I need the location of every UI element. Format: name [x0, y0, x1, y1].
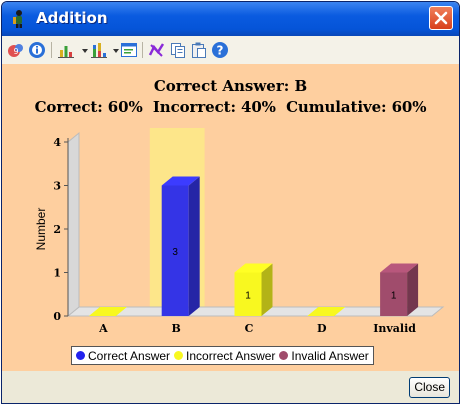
y-tick-label: 3 — [53, 180, 61, 193]
app-icon — [13, 10, 22, 28]
chart-side-wall — [67, 131, 80, 318]
dialog-footer: Close — [2, 371, 459, 403]
form-icon[interactable] — [120, 41, 138, 59]
toolbar: 9 ? — [2, 36, 459, 65]
legend-dot-correct — [76, 351, 85, 360]
share-icon[interactable]: 9 — [7, 41, 25, 59]
addition-window: Addition 9 ? Correct Answer: B Correct: … — [1, 1, 460, 404]
bar-side — [188, 176, 200, 316]
svg-text:9: 9 — [13, 47, 18, 56]
legend-dot-invalid — [279, 351, 289, 360]
x-tick-label: Invalid — [373, 322, 416, 335]
toolbar-separator — [142, 42, 143, 58]
info-icon[interactable] — [28, 41, 46, 59]
legend-item-incorrect: Incorrect Answer — [174, 349, 275, 363]
bar-data-label: 1 — [391, 290, 397, 301]
chart-panel: Correct Answer: B Correct: 60% Incorrect… — [2, 64, 459, 371]
y-tick-label: 2 — [53, 223, 61, 236]
y-tick-label: 0 — [53, 310, 61, 323]
bar-b: 3 — [161, 176, 200, 316]
stacked-chart-dropdown[interactable] — [113, 49, 119, 53]
x-tick-label: B — [172, 322, 181, 335]
x-tick-label: A — [98, 322, 108, 335]
legend-label-incorrect: Incorrect Answer — [186, 348, 276, 363]
help-icon[interactable]: ? — [211, 41, 229, 59]
bar-data-label: 1 — [245, 290, 251, 301]
copy-icon[interactable] — [169, 41, 187, 59]
stacked-chart-icon[interactable] — [90, 41, 108, 59]
close-icon — [434, 11, 448, 25]
y-axis-label: Number — [34, 208, 48, 251]
bar-data-label: 3 — [172, 247, 178, 258]
bar-chart: 0 1 2 3 4 Number A 3 B 1 C D 1 Invalid — [34, 128, 445, 335]
legend-label-invalid: Invalid Answer — [291, 348, 369, 363]
window-title: Addition — [36, 9, 108, 27]
bar-c: 1 — [234, 263, 273, 316]
chart-options-icon[interactable] — [148, 41, 166, 59]
legend-item-correct: Correct Answer — [76, 349, 170, 363]
chart-legend: Correct Answer Incorrect Answer Invalid … — [71, 346, 374, 365]
toolbar-separator — [51, 42, 52, 58]
window-close-button[interactable] — [429, 6, 453, 30]
y-tick-label: 4 — [53, 136, 61, 149]
legend-label-correct: Correct Answer — [88, 348, 171, 363]
x-tick-label: C — [245, 322, 254, 335]
legend-item-invalid: Invalid Answer — [279, 348, 369, 363]
bar-side — [407, 263, 419, 316]
title-bar[interactable]: Addition — [2, 2, 459, 36]
close-button[interactable]: Close — [409, 377, 450, 398]
svg-text:?: ? — [217, 44, 224, 58]
bar-chart-dropdown[interactable] — [82, 49, 88, 53]
bar-side — [261, 263, 273, 316]
x-tick-label: D — [317, 322, 327, 335]
paste-icon[interactable] — [190, 41, 208, 59]
y-tick-label: 1 — [53, 267, 61, 280]
bar-chart-icon[interactable] — [57, 41, 75, 59]
legend-dot-incorrect — [174, 351, 184, 360]
bar-invalid: 1 — [380, 263, 419, 316]
